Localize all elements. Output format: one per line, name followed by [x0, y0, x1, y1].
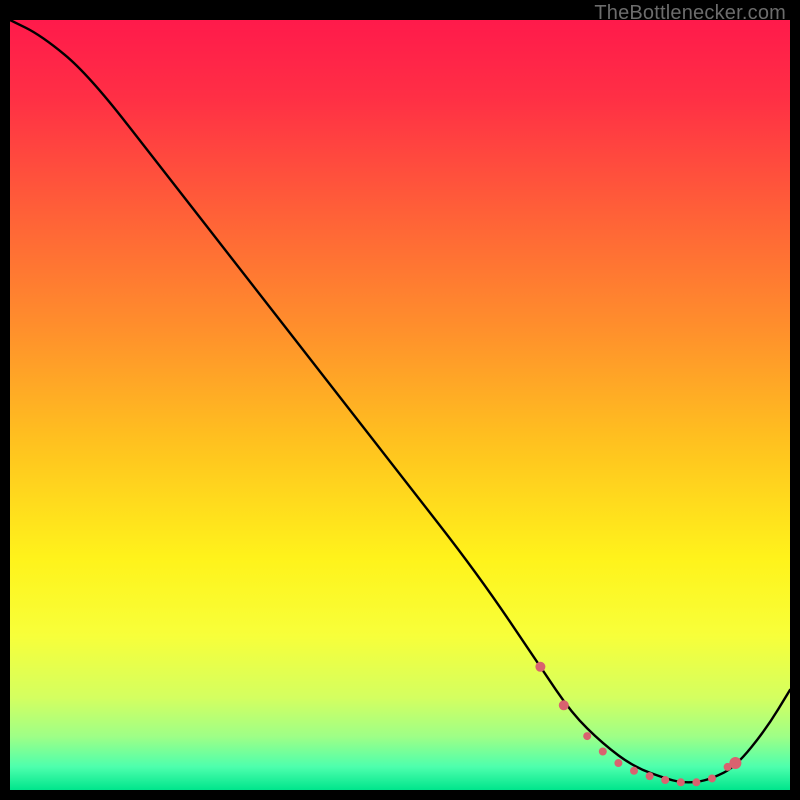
marker-dot	[599, 748, 607, 756]
marker-dot	[535, 662, 545, 672]
marker-dot	[583, 732, 591, 740]
bottleneck-chart	[10, 20, 790, 790]
gradient-background	[10, 20, 790, 790]
chart-container	[10, 20, 790, 790]
marker-dot	[729, 757, 741, 769]
marker-dot	[646, 772, 654, 780]
marker-dot	[661, 776, 669, 784]
marker-dot	[630, 767, 638, 775]
marker-dot	[677, 778, 685, 786]
marker-dot	[692, 778, 700, 786]
marker-dot	[614, 759, 622, 767]
marker-dot	[708, 774, 716, 782]
marker-dot	[559, 700, 569, 710]
